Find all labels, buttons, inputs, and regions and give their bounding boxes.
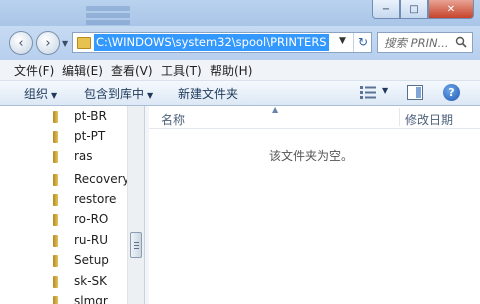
refresh-button[interactable]: ↻ [353, 33, 372, 52]
new-folder-button[interactable]: 新建文件夹 [178, 85, 238, 102]
folder-icon [53, 214, 58, 226]
menu-tools[interactable]: 工具(T) [161, 62, 202, 79]
chevron-down-icon: ▼ [147, 91, 154, 100]
folder-icon [77, 37, 91, 49]
back-button[interactable]: ‹ [9, 31, 33, 55]
file-list-pane: ▲ 名称 修改日期 该文件夹为空。 [149, 105, 480, 304]
menu-view[interactable]: 查看(V) [111, 62, 153, 79]
minimize-button[interactable]: − [372, 0, 400, 19]
help-icon[interactable]: ? [443, 84, 460, 101]
column-header-name[interactable]: 名称 [161, 111, 185, 128]
change-view-icon[interactable] [360, 86, 376, 99]
menu-edit[interactable]: 编辑(E) [62, 62, 103, 79]
include-in-library-label: 包含到库中 [84, 87, 145, 101]
folder-icon [53, 194, 58, 206]
navigation-pane: pt-BR pt-PT ras Recovery restore ro-RO r… [0, 106, 144, 304]
tree-item-label: pt-PT [74, 129, 106, 143]
tree-item-label: ro-RO [74, 212, 109, 226]
organize-label: 组织 [24, 87, 49, 101]
view-options-dropdown-icon[interactable]: ▼ [382, 86, 388, 95]
maximize-button[interactable]: □ [400, 0, 428, 19]
recent-pages-dropdown-icon[interactable]: ▼ [62, 39, 68, 48]
chevron-down-icon: ▼ [51, 91, 58, 100]
tree-item-label: slmgr [74, 294, 108, 304]
scrollbar-thumb[interactable] [130, 232, 142, 258]
folder-icon [53, 174, 58, 186]
menu-help[interactable]: 帮助(H) [210, 62, 252, 79]
menu-file[interactable]: 文件(F) [14, 62, 54, 79]
folder-icon [53, 151, 58, 163]
navigation-pane-scrollbar[interactable] [127, 106, 145, 304]
title-bar: − □ ✕ [0, 0, 480, 26]
column-header-date-modified[interactable]: 修改日期 [405, 111, 453, 128]
tree-item-label: pt-BR [74, 109, 107, 123]
organize-button[interactable]: 组织 ▼ [24, 85, 57, 102]
preview-pane-icon[interactable] [407, 85, 423, 100]
command-bar: 组织 ▼ 包含到库中 ▼ 新建文件夹 ▼ ? [0, 81, 480, 106]
tree-item-label: restore [74, 192, 117, 206]
tree-item-label: Recovery [74, 172, 130, 186]
menu-bar: 文件(F) 编辑(E) 查看(V) 工具(T) 帮助(H) [0, 60, 480, 81]
search-input[interactable]: 搜索 PRIN... [377, 32, 473, 53]
folder-icon [53, 111, 58, 123]
empty-folder-message: 该文件夹为空。 [269, 149, 354, 163]
folder-icon [53, 255, 58, 267]
column-divider[interactable] [399, 108, 400, 126]
forward-button[interactable]: › [36, 31, 60, 55]
tree-item-label: ras [74, 149, 93, 163]
tree-item-label: Setup [74, 253, 109, 267]
window-controls: − □ ✕ [372, 0, 474, 19]
tree-item-label: sk-SK [74, 274, 108, 288]
address-dropdown-icon[interactable]: ▼ [339, 36, 346, 46]
sort-arrow-icon: ▲ [272, 105, 279, 114]
close-button[interactable]: ✕ [428, 0, 474, 19]
folder-icon [53, 235, 58, 247]
folder-icon [53, 131, 58, 143]
search-placeholder: 搜索 PRIN... [384, 36, 449, 50]
tree-item-label: ru-RU [74, 233, 108, 247]
column-header: ▲ 名称 修改日期 [149, 105, 480, 129]
folder-icon [53, 296, 58, 304]
include-in-library-button[interactable]: 包含到库中 ▼ [84, 85, 153, 102]
address-bar[interactable]: C:\WINDOWS\system32\spool\PRINTERS ▼ ↻ [72, 32, 372, 53]
folder-icon [53, 276, 58, 288]
title-bar-ghost-icon [86, 4, 130, 25]
navigation-bar: ‹ › ▼ C:\WINDOWS\system32\spool\PRINTERS… [0, 26, 480, 60]
search-icon[interactable] [455, 36, 467, 48]
address-path[interactable]: C:\WINDOWS\system32\spool\PRINTERS [94, 34, 329, 51]
